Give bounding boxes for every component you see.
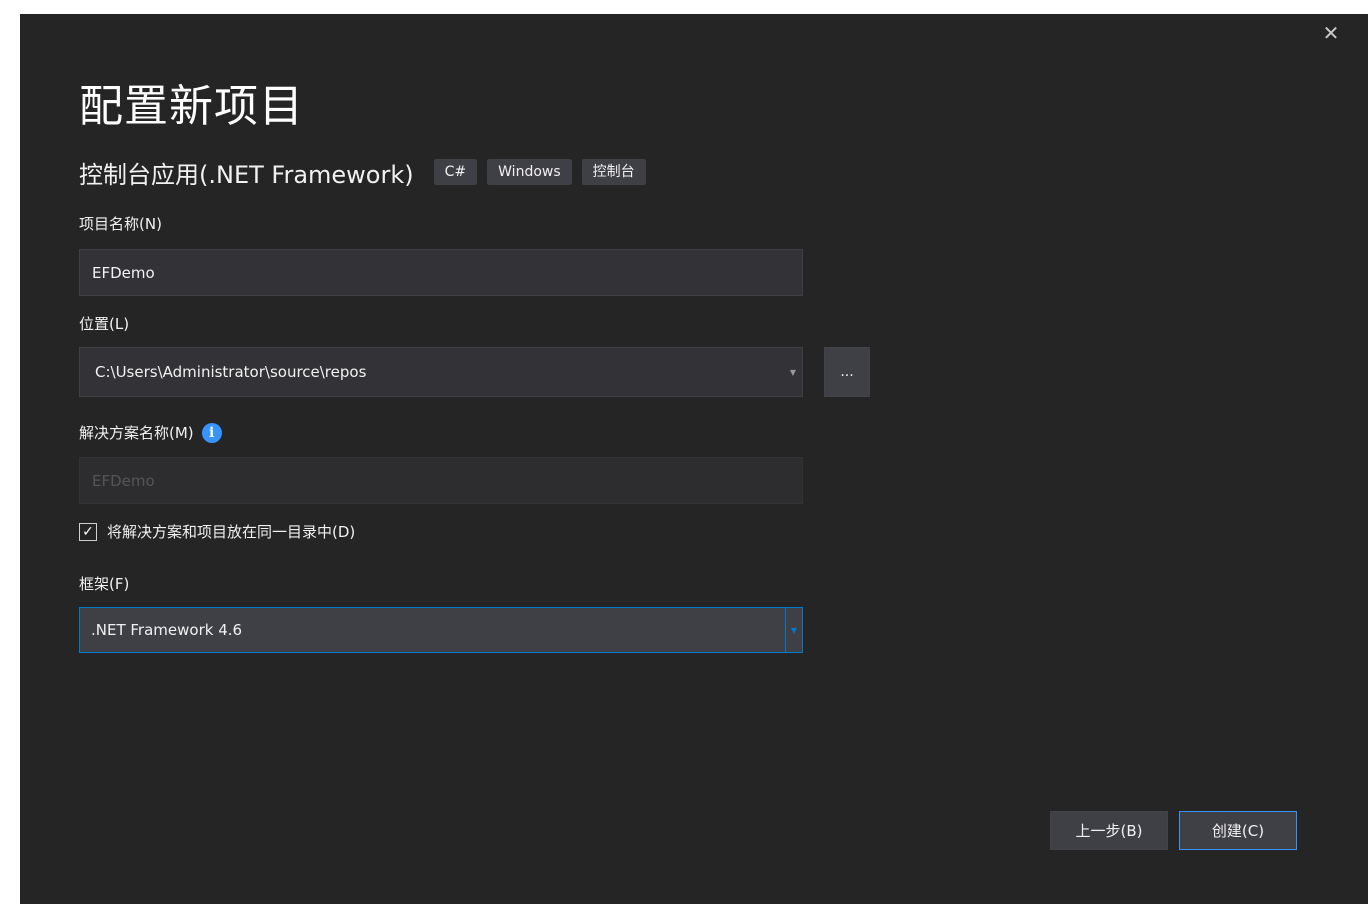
- info-icon[interactable]: i: [201, 422, 222, 443]
- solution-name-label: 解决方案名称(M): [79, 424, 194, 442]
- configure-project-dialog: ✕ 配置新项目 控制台应用(.NET Framework) C# Windows…: [20, 14, 1368, 904]
- create-button[interactable]: 创建(C): [1179, 811, 1297, 850]
- solution-name-input: EFDemo: [79, 457, 803, 504]
- project-name-value: EFDemo: [92, 263, 155, 282]
- template-header: 控制台应用(.NET Framework) C# Windows 控制台: [79, 156, 656, 189]
- page-title: 配置新项目: [79, 81, 304, 132]
- project-name-label: 项目名称(N): [79, 215, 162, 233]
- project-name-input[interactable]: EFDemo: [79, 249, 803, 296]
- same-directory-option[interactable]: ✓ 将解决方案和项目放在同一目录中(D): [79, 521, 355, 542]
- location-value: C:\Users\Administrator\source\repos: [95, 363, 367, 381]
- tag-platform: Windows: [487, 159, 572, 185]
- same-directory-label[interactable]: 将解决方案和项目放在同一目录中(D): [107, 521, 355, 542]
- chevron-down-icon[interactable]: ▼: [785, 608, 802, 652]
- framework-label: 框架(F): [79, 575, 130, 593]
- template-name: 控制台应用(.NET Framework): [79, 160, 414, 189]
- solution-name-label-row: 解决方案名称(M) i: [79, 422, 222, 443]
- tag-language: C#: [433, 159, 478, 185]
- framework-dropdown[interactable]: .NET Framework 4.6 ▼: [79, 607, 803, 653]
- close-icon[interactable]: ✕: [1319, 21, 1343, 45]
- chevron-down-icon[interactable]: ▼: [784, 348, 802, 396]
- location-label: 位置(L): [79, 315, 130, 333]
- same-directory-checkbox[interactable]: ✓: [79, 522, 97, 541]
- solution-name-value: EFDemo: [92, 471, 155, 490]
- browse-button[interactable]: ...: [824, 347, 870, 397]
- location-combobox[interactable]: C:\Users\Administrator\source\repos ▼: [79, 347, 803, 397]
- back-button[interactable]: 上一步(B): [1050, 811, 1168, 850]
- tag-project-type: 控制台: [581, 159, 646, 185]
- framework-value: .NET Framework 4.6: [91, 621, 243, 639]
